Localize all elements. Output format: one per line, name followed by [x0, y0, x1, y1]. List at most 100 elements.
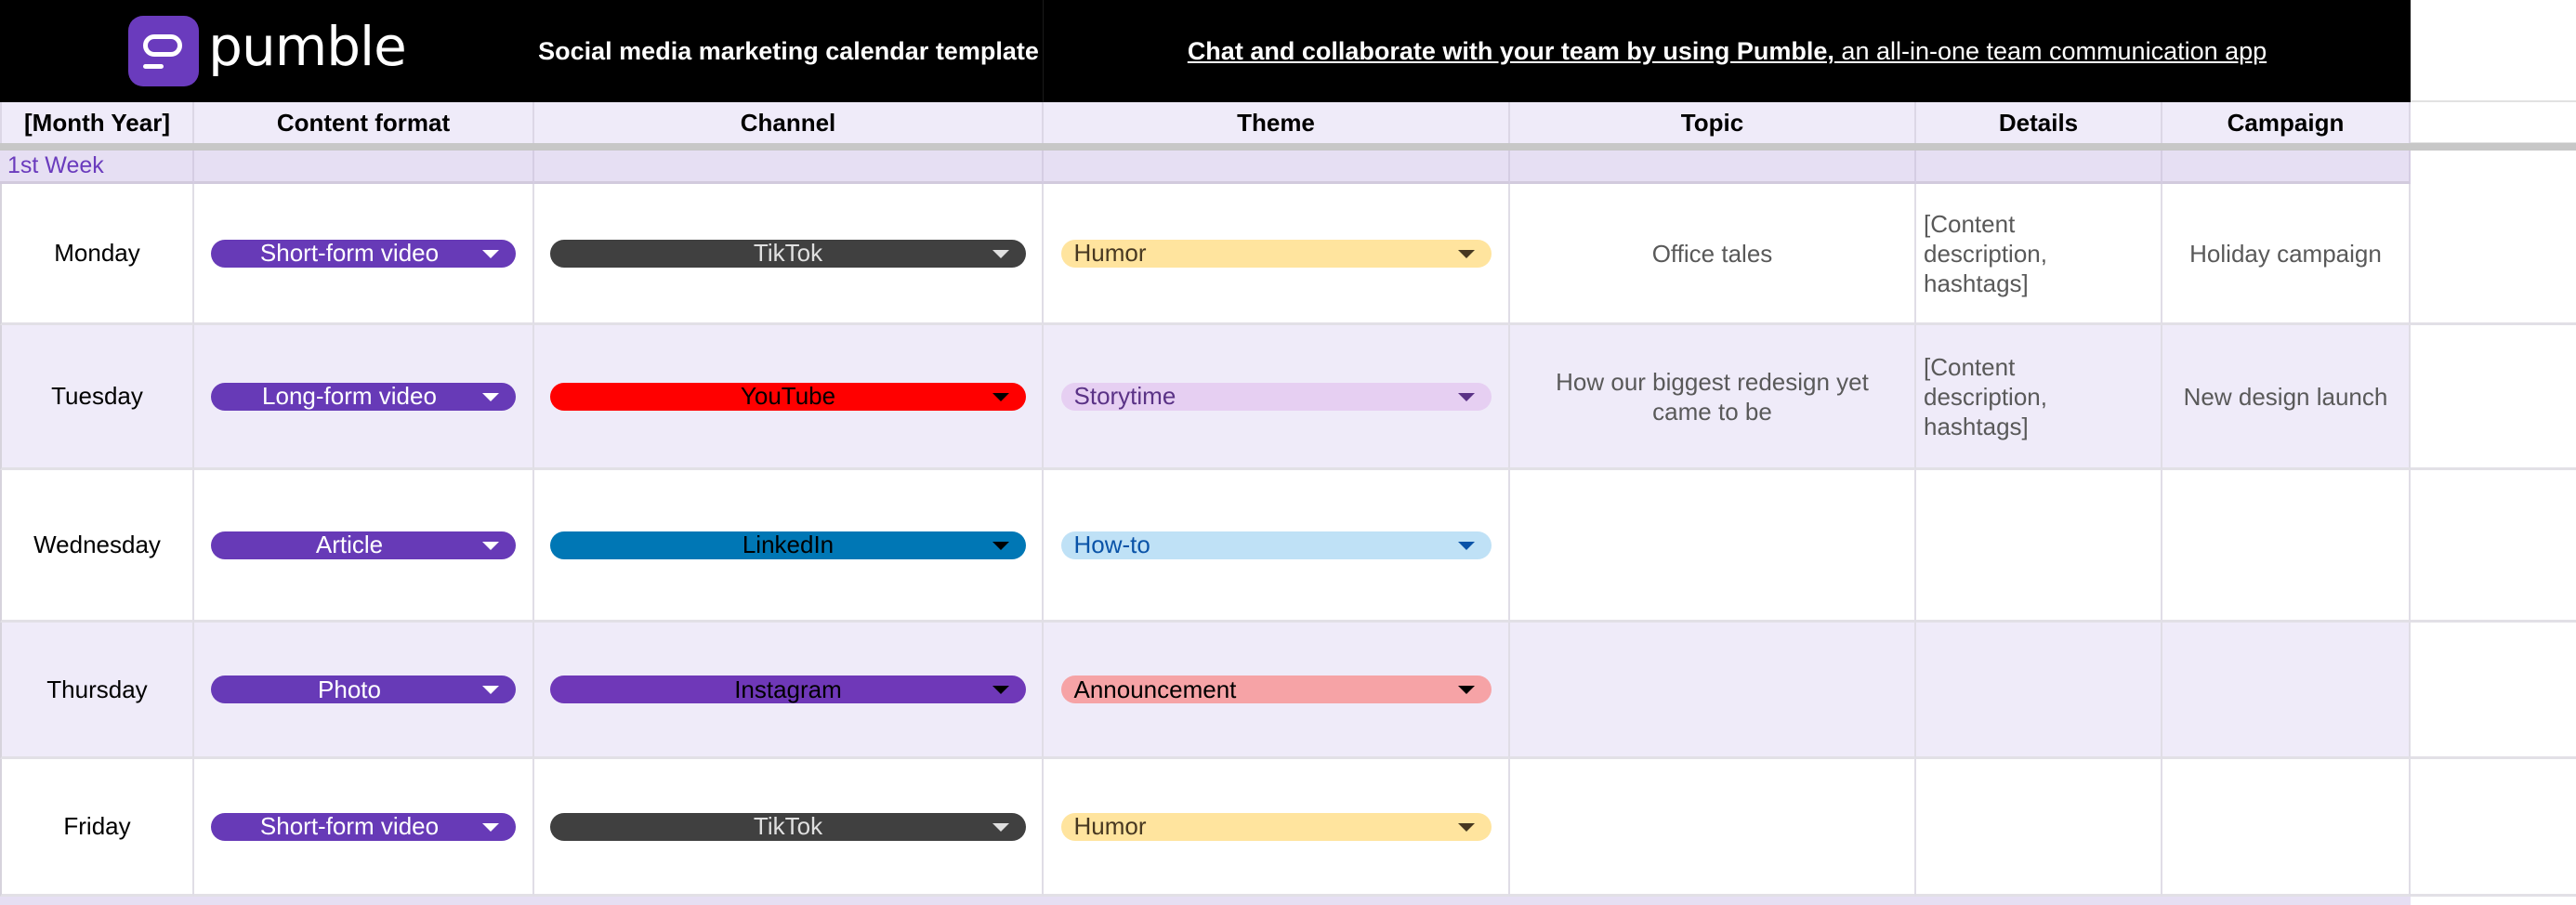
topic-cell[interactable]: [1510, 759, 1916, 897]
channel-cell[interactable]: TikTok: [534, 184, 1044, 325]
empty-cell[interactable]: [2411, 470, 2576, 623]
theme-cell[interactable]: Humor: [1044, 184, 1510, 325]
channel-cell[interactable]: LinkedIn: [534, 470, 1044, 623]
campaign-text: Holiday campaign: [2189, 239, 2382, 268]
dropdown-arrow-icon[interactable]: [1457, 541, 1475, 550]
content-format-cell[interactable]: Short-form video: [194, 759, 534, 897]
content-format-dropdown[interactable]: Short-form video: [211, 812, 516, 841]
content-format-cell[interactable]: Long-form video: [194, 325, 534, 470]
channel-dropdown[interactable]: Instagram: [550, 675, 1026, 703]
theme-cell[interactable]: Humor: [1044, 759, 1510, 897]
column-header-content-format[interactable]: Content format: [194, 102, 534, 143]
week-cell[interactable]: [194, 151, 534, 184]
channel-dropdown[interactable]: YouTube: [550, 382, 1026, 411]
content-format-dropdown[interactable]: Long-form video: [211, 382, 516, 411]
week-cell[interactable]: [2162, 151, 2411, 184]
dropdown-arrow-icon[interactable]: [1457, 686, 1475, 694]
pumble-logo[interactable]: pumble: [0, 0, 534, 102]
content-format-cell[interactable]: Photo: [194, 623, 534, 759]
day-label: Thursday: [46, 675, 148, 703]
column-header-channel[interactable]: Channel: [534, 102, 1044, 143]
dropdown-arrow-icon[interactable]: [992, 686, 1009, 694]
theme-dropdown[interactable]: Storytime: [1060, 382, 1492, 411]
empty-cell[interactable]: [2411, 623, 2576, 759]
theme-value: Humor: [1073, 812, 1147, 840]
theme-cell[interactable]: Storytime: [1044, 325, 1510, 470]
week-cell[interactable]: [1510, 151, 1916, 184]
theme-dropdown[interactable]: Humor: [1060, 239, 1492, 268]
column-header-theme[interactable]: Theme: [1044, 102, 1510, 143]
campaign-cell[interactable]: New design launch: [2162, 325, 2411, 470]
dropdown-arrow-icon[interactable]: [992, 822, 1009, 832]
content-format-dropdown[interactable]: Photo: [211, 675, 516, 703]
promo-link-bold[interactable]: Chat and collaborate with your team by u…: [1188, 37, 1834, 65]
dropdown-arrow-icon[interactable]: [482, 541, 499, 550]
day-label: Friday: [63, 812, 131, 840]
day-cell[interactable]: Monday: [0, 184, 194, 325]
dropdown-arrow-icon[interactable]: [992, 392, 1009, 401]
theme-cell[interactable]: How-to: [1044, 470, 1510, 623]
details-cell[interactable]: [1916, 623, 2162, 759]
topic-cell[interactable]: Office tales: [1510, 184, 1916, 325]
empty-cell[interactable]: [2411, 0, 2576, 102]
empty-cell[interactable]: [2411, 325, 2576, 470]
dropdown-arrow-icon[interactable]: [482, 249, 499, 258]
dropdown-arrow-icon[interactable]: [992, 249, 1009, 258]
campaign-cell[interactable]: Holiday campaign: [2162, 184, 2411, 325]
theme-dropdown[interactable]: Humor: [1060, 812, 1492, 841]
channel-dropdown[interactable]: TikTok: [550, 239, 1026, 268]
dropdown-arrow-icon[interactable]: [482, 822, 499, 832]
day-cell[interactable]: Tuesday: [0, 325, 194, 470]
topic-cell[interactable]: How our biggest redesign yet came to be: [1510, 325, 1916, 470]
column-header-month[interactable]: [Month Year]: [0, 102, 194, 143]
content-format-value: Short-form video: [259, 812, 440, 840]
empty-cell[interactable]: [2411, 759, 2576, 897]
campaign-cell[interactable]: [2162, 759, 2411, 897]
channel-cell[interactable]: Instagram: [534, 623, 1044, 759]
campaign-cell[interactable]: [2162, 623, 2411, 759]
dropdown-arrow-icon[interactable]: [482, 686, 499, 694]
theme-dropdown[interactable]: Announcement: [1060, 675, 1492, 703]
details-cell[interactable]: [Content description, hashtags]: [1916, 325, 2162, 470]
content-format-cell[interactable]: Short-form video: [194, 184, 534, 325]
week-label[interactable]: 1st Week: [0, 151, 194, 184]
dropdown-arrow-icon[interactable]: [482, 392, 499, 401]
frozen-row-divider[interactable]: [0, 143, 2576, 151]
empty-cell[interactable]: [2411, 102, 2576, 143]
details-cell[interactable]: [Content description, hashtags]: [1916, 184, 2162, 325]
week-cell[interactable]: [534, 151, 1044, 184]
channel-dropdown[interactable]: LinkedIn: [550, 531, 1026, 559]
details-cell[interactable]: [1916, 470, 2162, 623]
week-cell[interactable]: [1044, 151, 1510, 184]
dropdown-arrow-icon[interactable]: [1457, 249, 1475, 258]
dropdown-arrow-icon[interactable]: [1457, 822, 1475, 832]
channel-cell[interactable]: YouTube: [534, 325, 1044, 470]
next-week-row[interactable]: [0, 897, 2411, 905]
channel-dropdown[interactable]: TikTok: [550, 812, 1026, 841]
day-cell[interactable]: Wednesday: [0, 470, 194, 623]
campaign-cell[interactable]: [2162, 470, 2411, 623]
promo-link-rest[interactable]: an all-in-one team communication app: [1834, 37, 2267, 65]
promo-link[interactable]: Chat and collaborate with your team by u…: [1044, 0, 2411, 102]
topic-cell[interactable]: [1510, 623, 1916, 759]
empty-cell[interactable]: [2411, 184, 2576, 325]
day-cell[interactable]: Thursday: [0, 623, 194, 759]
details-text: [Content description, hashtags]: [1924, 352, 2047, 440]
theme-value: How-to: [1073, 531, 1150, 558]
channel-cell[interactable]: TikTok: [534, 759, 1044, 897]
campaign-text: New design launch: [2183, 382, 2388, 411]
details-cell[interactable]: [1916, 759, 2162, 897]
content-format-dropdown[interactable]: Article: [211, 531, 516, 559]
theme-cell[interactable]: Announcement: [1044, 623, 1510, 759]
content-format-cell[interactable]: Article: [194, 470, 534, 623]
column-header-details[interactable]: Details: [1916, 102, 2162, 143]
week-cell[interactable]: [1916, 151, 2162, 184]
dropdown-arrow-icon[interactable]: [1457, 392, 1475, 401]
theme-dropdown[interactable]: How-to: [1060, 531, 1492, 559]
day-cell[interactable]: Friday: [0, 759, 194, 897]
column-header-campaign[interactable]: Campaign: [2162, 102, 2411, 143]
content-format-dropdown[interactable]: Short-form video: [211, 239, 516, 268]
dropdown-arrow-icon[interactable]: [992, 541, 1009, 550]
topic-cell[interactable]: [1510, 470, 1916, 623]
column-header-topic[interactable]: Topic: [1510, 102, 1916, 143]
